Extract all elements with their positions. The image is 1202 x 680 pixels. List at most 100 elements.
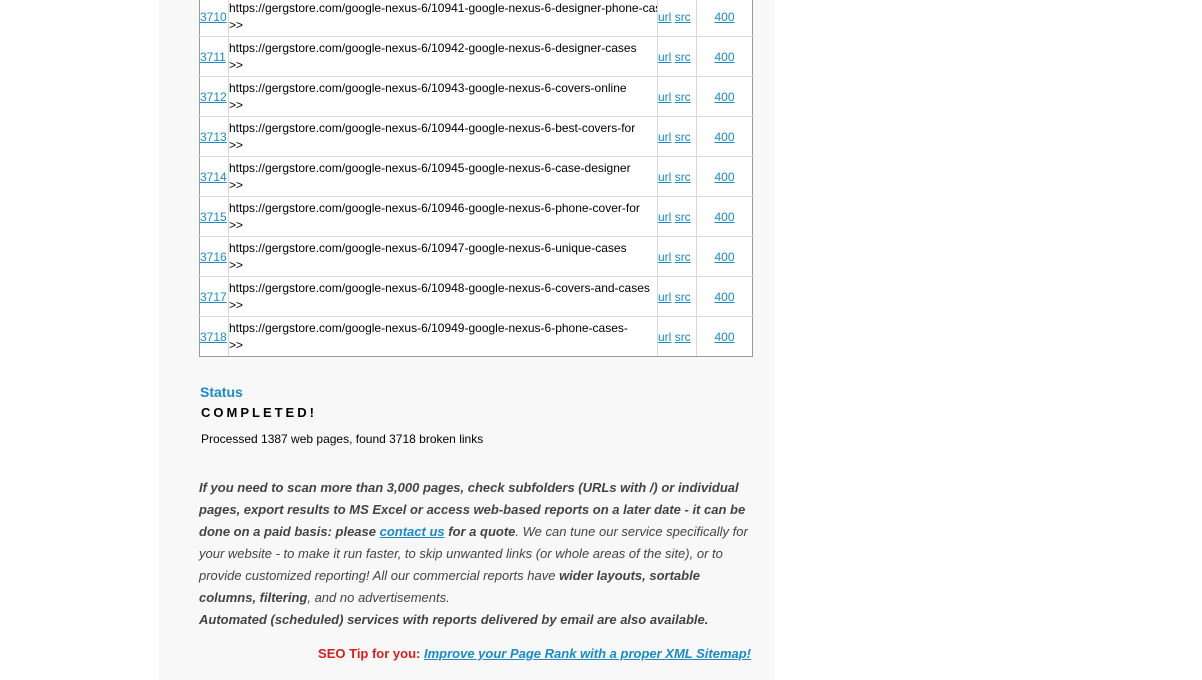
table-row: 3712 https://gergstore.com/google-nexus-6… [199, 76, 753, 117]
status-code-link[interactable]: 400 [714, 290, 734, 304]
status-code-cell: 400 [696, 36, 753, 77]
table-row: 3714 https://gergstore.com/google-nexus-6… [199, 156, 753, 197]
url-cell: https://gergstore.com/google-nexus-6/109… [228, 156, 658, 197]
url-link[interactable]: url [659, 10, 672, 24]
row-number-cell: 3712 [199, 76, 229, 117]
status-state: COMPLETED! [201, 405, 317, 420]
src-link[interactable]: src [675, 130, 691, 144]
notice-quote: for a quote [444, 524, 516, 539]
src-link[interactable]: src [675, 90, 691, 104]
src-link[interactable]: src [675, 210, 691, 224]
table-row: 3718 https://gergstore.com/google-nexus-6… [199, 316, 753, 357]
seo-tip: SEO Tip for you: Improve your Page Rank … [199, 646, 751, 661]
row-number-link[interactable]: 3711 [201, 50, 226, 64]
links-cell: url src [657, 156, 697, 197]
url-cell: https://gergstore.com/google-nexus-6/109… [228, 36, 658, 77]
broken-url-text: https://gergstore.com/google-nexus-6/109… [229, 120, 636, 135]
status-code-link[interactable]: 400 [714, 130, 734, 144]
url-link[interactable]: url [659, 290, 672, 304]
status-code-cell: 400 [696, 116, 753, 157]
notice-end: , and no advertisements. [307, 590, 450, 605]
url-cell: https://gergstore.com/google-nexus-6/109… [228, 236, 658, 277]
status-code-cell: 400 [696, 76, 753, 117]
broken-url-text: https://gergstore.com/google-nexus-6/109… [229, 240, 627, 255]
status-code-cell: 400 [696, 236, 753, 277]
row-number-cell: 3714 [199, 156, 229, 197]
url-link[interactable]: url [659, 90, 672, 104]
row-number-link[interactable]: 3713 [201, 130, 227, 144]
src-link[interactable]: src [675, 250, 691, 264]
broken-url-text: https://gergstore.com/google-nexus-6/109… [229, 160, 631, 175]
src-link[interactable]: src [675, 10, 691, 24]
table-body: 3710 https://gergstore.com/google-nexus-6… [199, 0, 753, 357]
links-cell: url src [657, 316, 697, 357]
row-number-cell: 3710 [199, 0, 229, 37]
status-code-cell: 400 [696, 0, 753, 37]
row-number-link[interactable]: 3717 [201, 290, 227, 304]
expand-marker: >> [229, 57, 244, 72]
url-link[interactable]: url [659, 210, 672, 224]
links-cell: url src [657, 76, 697, 117]
table-row: 3710 https://gergstore.com/google-nexus-6… [199, 0, 753, 37]
expand-marker: >> [229, 217, 244, 232]
links-cell: url src [657, 36, 697, 77]
row-number-link[interactable]: 3716 [201, 250, 227, 264]
status-code-link[interactable]: 400 [714, 50, 734, 64]
seo-tip-label: SEO Tip for you: [318, 646, 421, 661]
paid-service-notice: If you need to scan more than 3,000 page… [199, 477, 759, 631]
url-cell: https://gergstore.com/google-nexus-6/109… [228, 116, 658, 157]
src-link[interactable]: src [675, 50, 691, 64]
src-link[interactable]: src [675, 170, 691, 184]
status-summary: Processed 1387 web pages, found 3718 bro… [201, 432, 484, 446]
expand-marker: >> [229, 177, 244, 192]
table-row: 3717 https://gergstore.com/google-nexus-6… [199, 276, 753, 317]
table-row: 3715 https://gergstore.com/google-nexus-6… [199, 196, 753, 237]
expand-marker: >> [229, 297, 244, 312]
row-number-cell: 3716 [199, 236, 229, 277]
row-number-cell: 3718 [199, 316, 229, 357]
contact-us-link[interactable]: contact us [380, 524, 445, 539]
status-code-cell: 400 [696, 156, 753, 197]
notice-automated: Automated (scheduled) services with repo… [199, 612, 709, 627]
links-cell: url src [657, 276, 697, 317]
url-cell: https://gergstore.com/google-nexus-6/109… [228, 276, 658, 317]
row-number-link[interactable]: 3712 [201, 90, 227, 104]
status-code-cell: 400 [696, 276, 753, 317]
broken-url-text: https://gergstore.com/google-nexus-6/109… [229, 320, 628, 335]
status-code-link[interactable]: 400 [714, 10, 734, 24]
broken-url-text: https://gergstore.com/google-nexus-6/109… [229, 0, 657, 15]
row-number-link[interactable]: 3714 [201, 170, 227, 184]
row-number-cell: 3711 [199, 36, 229, 77]
url-link[interactable]: url [659, 170, 672, 184]
status-code-link[interactable]: 400 [714, 170, 734, 184]
row-number-link[interactable]: 3715 [201, 210, 227, 224]
expand-marker: >> [229, 97, 244, 112]
expand-marker: >> [229, 337, 244, 352]
seo-tip-link[interactable]: Improve your Page Rank with a proper XML… [424, 646, 751, 661]
status-code-link[interactable]: 400 [714, 210, 734, 224]
broken-url-text: https://gergstore.com/google-nexus-6/109… [229, 40, 637, 55]
src-link[interactable]: src [675, 330, 691, 344]
status-code-link[interactable]: 400 [714, 90, 734, 104]
row-number-link[interactable]: 3718 [201, 330, 227, 344]
src-link[interactable]: src [675, 290, 691, 304]
table-row: 3713 https://gergstore.com/google-nexus-6… [199, 116, 753, 157]
links-cell: url src [657, 116, 697, 157]
url-cell: https://gergstore.com/google-nexus-6/109… [228, 76, 658, 117]
url-link[interactable]: url [659, 130, 672, 144]
table-row: 3711 https://gergstore.com/google-nexus-6… [199, 36, 753, 77]
links-cell: url src [657, 236, 697, 277]
broken-url-text: https://gergstore.com/google-nexus-6/109… [229, 80, 627, 95]
row-number-cell: 3713 [199, 116, 229, 157]
status-code-link[interactable]: 400 [714, 250, 734, 264]
url-cell: https://gergstore.com/google-nexus-6/109… [228, 0, 658, 37]
row-number-link[interactable]: 3710 [201, 10, 227, 24]
row-number-cell: 3717 [199, 276, 229, 317]
status-code-link[interactable]: 400 [714, 330, 734, 344]
url-link[interactable]: url [659, 250, 672, 264]
url-link[interactable]: url [659, 330, 672, 344]
table-row: 3716 https://gergstore.com/google-nexus-6… [199, 236, 753, 277]
status-heading: Status [200, 384, 243, 400]
url-link[interactable]: url [659, 50, 672, 64]
url-cell: https://gergstore.com/google-nexus-6/109… [228, 196, 658, 237]
